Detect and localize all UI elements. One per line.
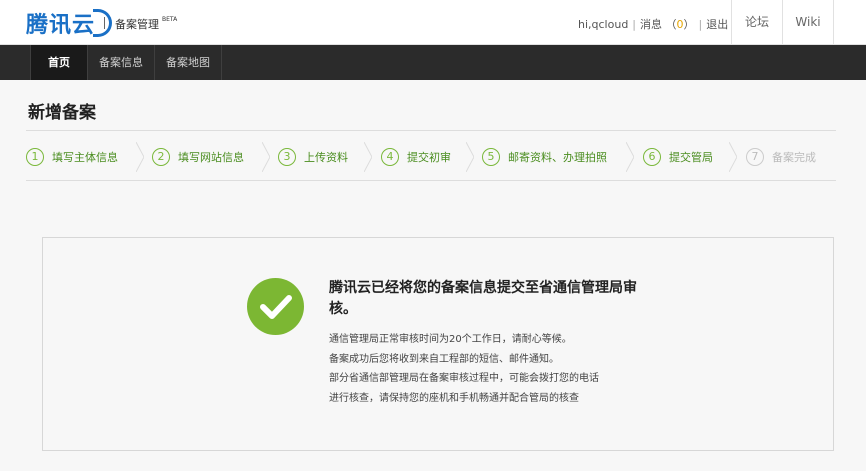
step-number: 5 [482, 148, 500, 166]
nav-item-home[interactable]: 首页 [30, 45, 88, 80]
chevron-right-icon [626, 142, 634, 172]
chevron-right-icon [364, 142, 372, 172]
chevron-right-icon [136, 142, 144, 172]
beta-badge: BETA [162, 16, 178, 23]
result-line: 部分省通信部管理局在备案审核过程中，可能会拨打您的电话 [329, 373, 599, 384]
chevron-right-icon [729, 142, 737, 172]
progress-steps: 1 填写主体信息 2 填写网站信息 3 上传资料 4 提交初审 5 邮寄资料、办… [26, 142, 836, 172]
step-number: 7 [746, 148, 764, 166]
nav-item-record-map[interactable]: 备案地图 [155, 45, 222, 80]
step-label: 邮寄资料、办理拍照 [508, 151, 607, 164]
steps-divider [26, 180, 836, 181]
step-1: 1 填写主体信息 [26, 146, 118, 168]
step-2: 2 填写网站信息 [152, 146, 244, 168]
result-line: 通信管理局正常审核时间为20个工作日，请耐心等候。 [329, 334, 572, 345]
logout-link[interactable]: 退出 [706, 18, 728, 31]
submission-result-panel: 腾讯云已经将您的备案信息提交至省通信管理局审核。 通信管理局正常审核时间为20个… [42, 237, 834, 451]
logo-cloud-icon [93, 9, 113, 37]
header-divider [104, 17, 105, 29]
tencent-cloud-logo[interactable]: 腾讯云 [26, 8, 113, 38]
step-5: 5 邮寄资料、办理拍照 [482, 146, 607, 168]
messages-label: 消息 [640, 18, 663, 31]
messages-link[interactable]: 消息 （0） [640, 18, 695, 31]
wiki-link[interactable]: Wiki [782, 0, 834, 44]
top-header: 腾讯云 备案管理 BETA hi,qcloud | 消息 （0） | 退出 论坛 Wiki [0, 0, 866, 45]
step-3: 3 上传资料 [278, 146, 348, 168]
result-title: 腾讯云已经将您的备案信息提交至省通信管理局审核。 [329, 280, 637, 317]
forum-link[interactable]: 论坛 [731, 0, 782, 44]
logo-text: 腾讯云 [26, 13, 96, 38]
step-number: 1 [26, 148, 44, 166]
result-line: 备案成功后您将收到来自工程部的短信、邮件通知。 [329, 353, 559, 365]
chevron-right-icon [466, 142, 474, 172]
title-divider [26, 130, 836, 131]
main-navbar: 首页 备案信息 备案地图 [0, 45, 866, 80]
section-title-text: 备案管理 [115, 18, 159, 31]
step-label: 填写主体信息 [52, 151, 118, 164]
step-number: 2 [152, 148, 170, 166]
user-greeting[interactable]: hi,qcloud [578, 18, 628, 31]
success-check-icon [247, 278, 304, 335]
messages-count: 0 [676, 18, 684, 31]
step-label: 上传资料 [304, 151, 348, 164]
step-7: 7 备案完成 [746, 146, 816, 168]
chevron-right-icon [262, 142, 270, 172]
user-area: hi,qcloud | 消息 （0） | 退出 [578, 16, 728, 32]
divider: | [698, 18, 703, 31]
step-number: 3 [278, 148, 296, 166]
step-label: 备案完成 [772, 151, 816, 164]
step-number: 4 [381, 148, 399, 166]
result-line: 进行核查，请保持您的座机和手机畅通并配合管局的核查 [329, 392, 579, 404]
nav-item-record-info[interactable]: 备案信息 [88, 45, 155, 80]
step-6: 6 提交管局 [643, 146, 713, 168]
step-label: 提交管局 [669, 151, 713, 164]
divider: | [632, 18, 637, 31]
section-title: 备案管理 BETA [115, 16, 177, 32]
step-4: 4 提交初审 [381, 146, 451, 168]
page-title: 新增备案 [28, 103, 96, 123]
step-number: 6 [643, 148, 661, 166]
result-details: 通信管理局正常审核时间为20个工作日，请耐心等候。 备案成功后您将收到来自工程部… [329, 330, 659, 408]
step-label: 提交初审 [407, 151, 451, 164]
step-label: 填写网站信息 [178, 151, 244, 164]
